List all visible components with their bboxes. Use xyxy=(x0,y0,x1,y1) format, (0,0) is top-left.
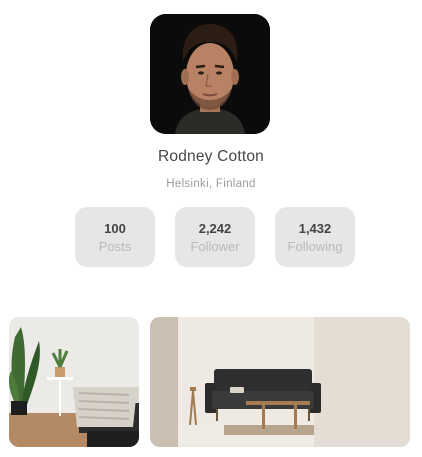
photo-living-room-sofa[interactable] xyxy=(150,317,410,447)
following-count: 1,432 xyxy=(298,221,332,236)
following-stat[interactable]: 1,432 Following xyxy=(275,207,355,267)
photo-living-room-plant[interactable] xyxy=(9,317,139,447)
posts-stat[interactable]: 100 Posts xyxy=(75,207,155,267)
profile-name: Rodney Cotton xyxy=(158,148,264,165)
follower-stat[interactable]: 2,242 Follower xyxy=(175,207,255,267)
profile-location: Helsinki, Finland xyxy=(166,178,256,190)
following-label: Following xyxy=(287,239,343,254)
posts-label: Posts xyxy=(98,239,132,254)
follower-label: Follower xyxy=(190,239,240,254)
follower-count: 2,242 xyxy=(198,221,232,236)
profile-avatar[interactable] xyxy=(150,14,270,134)
posts-count: 100 xyxy=(104,221,126,236)
